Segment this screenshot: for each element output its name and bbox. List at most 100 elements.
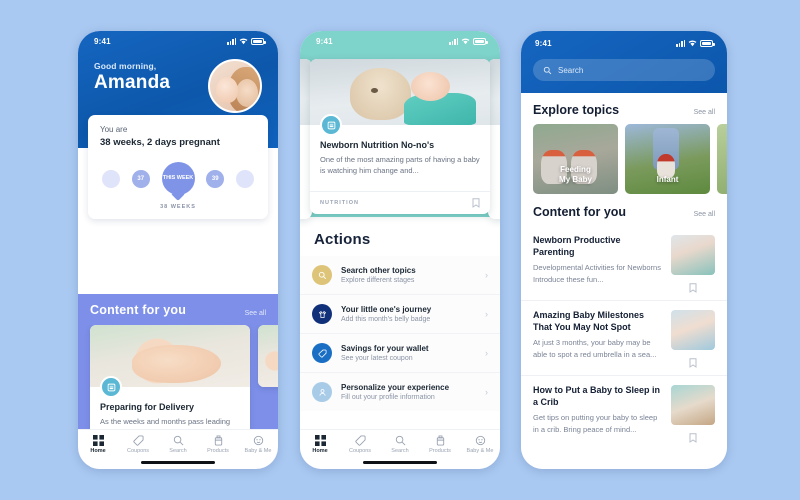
content-band-title: Content for you bbox=[90, 303, 187, 317]
nav-item-baby-and-me[interactable]: Baby & Me bbox=[238, 435, 278, 454]
article-thumbnail bbox=[671, 235, 715, 275]
explore-topics-header: Explore topics See all bbox=[521, 103, 727, 124]
article-title: Preparing for Delivery bbox=[100, 402, 195, 412]
featured-article-card[interactable]: Newborn Nutrition No-no's One of the mos… bbox=[310, 59, 490, 214]
avatar[interactable] bbox=[208, 59, 262, 113]
article-thumbnail bbox=[671, 310, 715, 350]
status-icons bbox=[449, 37, 488, 45]
content-see-all[interactable]: See all bbox=[694, 211, 715, 218]
chevron-right-icon: › bbox=[485, 270, 488, 280]
week-track[interactable]: 37 THIS WEEK 39 bbox=[100, 162, 256, 195]
bookmark-icon[interactable] bbox=[689, 433, 697, 443]
nav-label-products: Products bbox=[207, 448, 229, 454]
bottom-nav[interactable]: Home Coupons Search Products Baby & Me bbox=[300, 429, 500, 469]
article-list-item[interactable]: Amazing Baby Milestones That You May Not… bbox=[521, 301, 727, 376]
phone-mockup-home: 9:41 Good morning, Amanda You are 38 wee… bbox=[78, 31, 278, 469]
week-caption: 38 WEEKS bbox=[160, 204, 196, 210]
status-time: 9:41 bbox=[316, 36, 333, 46]
action-item-search-topics[interactable]: Search other topics Explore different st… bbox=[300, 256, 500, 295]
article-icon bbox=[100, 376, 122, 398]
topics-carousel[interactable]: Feeding My Baby Infant bbox=[521, 124, 727, 196]
nav-label-baby-and-me: Baby & Me bbox=[466, 448, 494, 454]
signal-icon bbox=[227, 37, 236, 45]
nav-item-coupons[interactable]: Coupons bbox=[340, 435, 380, 454]
pregnancy-status-card: You are 38 weeks, 2 days pregnant 37 THI… bbox=[88, 115, 268, 219]
action-subtitle: Add this month's belly badge bbox=[341, 316, 431, 323]
home-indicator bbox=[363, 461, 437, 464]
topic-card-infant[interactable]: Infant bbox=[625, 124, 710, 194]
topic-card-feeding-my-baby[interactable]: Feeding My Baby bbox=[533, 124, 618, 194]
action-item-little-ones-journey[interactable]: Your little one's journey Add this month… bbox=[300, 295, 500, 334]
featured-title: Newborn Nutrition No-no's bbox=[320, 140, 435, 150]
nav-item-baby-and-me[interactable]: Baby & Me bbox=[460, 435, 500, 454]
nav-label-search: Search bbox=[169, 448, 187, 454]
phone-mockup-actions: 9:41 Newborn Nutrition No-no's One of th… bbox=[300, 31, 500, 469]
actions-list[interactable]: Search other topics Explore different st… bbox=[300, 256, 500, 411]
status-bar: 9:41 bbox=[78, 31, 278, 51]
actions-heading: Actions bbox=[314, 231, 371, 248]
featured-image bbox=[310, 59, 490, 136]
bottom-nav[interactable]: Home Coupons Search Products Baby & Me bbox=[78, 429, 278, 469]
article-title: How to Put a Baby to Sleep in a Crib bbox=[533, 385, 661, 407]
week-dot-current[interactable]: THIS WEEK bbox=[161, 162, 195, 195]
signal-icon bbox=[449, 37, 458, 45]
nav-label-home: Home bbox=[312, 448, 328, 454]
nav-item-search[interactable]: Search bbox=[158, 435, 198, 454]
nav-item-products[interactable]: Products bbox=[420, 435, 460, 454]
shirt-icon bbox=[312, 304, 332, 324]
nav-label-baby-and-me: Baby & Me bbox=[244, 448, 272, 454]
action-item-personalize[interactable]: Personalize your experience Fill out you… bbox=[300, 373, 500, 411]
featured-footer: NUTRITION bbox=[310, 190, 490, 214]
bookmark-icon[interactable] bbox=[472, 197, 480, 208]
status-time: 9:41 bbox=[535, 38, 552, 48]
article-card-peek[interactable] bbox=[258, 325, 278, 387]
featured-description: One of the most amazing parts of having … bbox=[320, 155, 480, 176]
action-item-savings[interactable]: Savings for your wallet See your latest … bbox=[300, 334, 500, 373]
week-dot[interactable] bbox=[102, 169, 120, 188]
nav-label-products: Products bbox=[429, 448, 451, 454]
status-icons bbox=[227, 37, 266, 45]
nav-item-products[interactable]: Products bbox=[198, 435, 238, 454]
status-bar: 9:41 bbox=[300, 31, 500, 51]
chevron-right-icon: › bbox=[485, 348, 488, 358]
status-icons bbox=[676, 39, 715, 47]
action-subtitle: Explore different stages bbox=[341, 277, 415, 284]
action-subtitle: See your latest coupon bbox=[341, 355, 413, 362]
action-subtitle: Fill out your profile information bbox=[341, 394, 435, 401]
explore-see-all[interactable]: See all bbox=[694, 109, 715, 116]
nav-item-coupons[interactable]: Coupons bbox=[118, 435, 158, 454]
nav-label-coupons: Coupons bbox=[348, 448, 372, 454]
article-list-item[interactable]: Newborn Productive Parenting Development… bbox=[521, 226, 727, 301]
explore-topics-title: Explore topics bbox=[533, 103, 620, 117]
battery-icon bbox=[700, 39, 715, 47]
chevron-right-icon: › bbox=[485, 387, 488, 397]
tag-icon bbox=[312, 343, 332, 363]
article-title: Newborn Productive Parenting bbox=[533, 235, 621, 257]
nav-label-home: Home bbox=[90, 448, 106, 454]
home-indicator bbox=[141, 461, 215, 464]
bookmark-icon[interactable] bbox=[689, 358, 697, 368]
article-thumbnail bbox=[671, 385, 715, 425]
week-dot-37[interactable]: 37 bbox=[131, 169, 150, 188]
nav-item-search[interactable]: Search bbox=[380, 435, 420, 454]
wifi-icon bbox=[461, 38, 470, 45]
topic-label: Feeding My Baby bbox=[559, 165, 592, 184]
action-title: Your little one's journey bbox=[341, 305, 432, 314]
nav-label-search: Search bbox=[391, 448, 409, 454]
content-band-see-all[interactable]: See all bbox=[245, 310, 266, 317]
person-icon bbox=[312, 382, 332, 402]
article-description: Get tips on putting your baby to sleep i… bbox=[533, 413, 658, 434]
week-dot[interactable] bbox=[236, 169, 254, 188]
actions-section: Actions Search other topics Explore diff… bbox=[300, 217, 500, 411]
article-list-item[interactable]: How to Put a Baby to Sleep in a Crib Get… bbox=[521, 376, 727, 450]
article-icon bbox=[320, 114, 342, 136]
week-dot-39[interactable]: 39 bbox=[206, 169, 225, 188]
bookmark-icon[interactable] bbox=[689, 283, 697, 293]
featured-tag: NUTRITION bbox=[320, 199, 359, 206]
nav-item-home[interactable]: Home bbox=[300, 435, 340, 454]
nav-item-home[interactable]: Home bbox=[78, 435, 118, 454]
search-input[interactable]: Search bbox=[533, 59, 715, 81]
nav-label-coupons: Coupons bbox=[126, 448, 150, 454]
action-title: Savings for your wallet bbox=[341, 344, 429, 353]
topic-card-peek[interactable] bbox=[717, 124, 727, 194]
